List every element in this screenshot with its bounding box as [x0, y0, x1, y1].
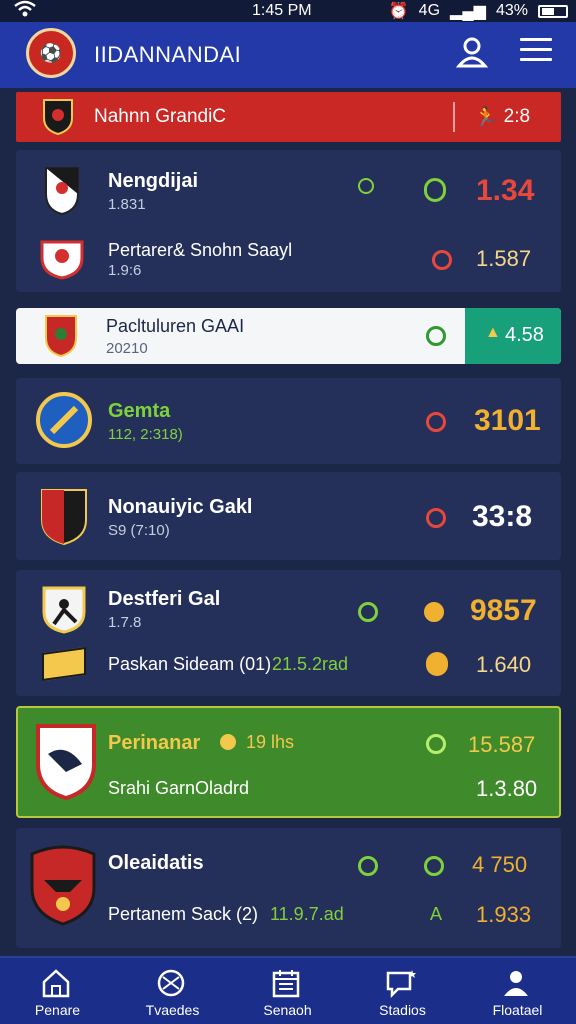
team-crest-icon — [42, 586, 86, 634]
team-name: Srahi GarnOladrd — [108, 778, 250, 798]
form-mark: A — [430, 904, 443, 924]
featured-title: Nahnn GrandiC — [94, 106, 227, 127]
status-indicator-icon — [358, 856, 378, 876]
odds-value[interactable]: 1.933 — [476, 902, 531, 928]
alarm-icon: ⏰ — [388, 3, 409, 20]
user-icon[interactable] — [454, 34, 490, 70]
team-crest-icon — [41, 489, 87, 546]
status-indicator-icon — [426, 652, 448, 676]
status-indicator-icon — [432, 250, 452, 270]
team-crest-icon — [36, 392, 92, 448]
match-card[interactable]: Nonauiyic Gakl S9 (7:10) 33:8 — [16, 472, 561, 560]
team-name: Perinanar — [108, 732, 201, 754]
odds-value[interactable]: 15.587 — [468, 732, 535, 758]
featured-match-bar[interactable]: Nahnn GrandiC 🏃 2:8 — [16, 92, 561, 142]
status-indicator-icon — [426, 508, 446, 528]
team-name: Pertarer& Snohn Saayl — [108, 240, 293, 260]
calendar-icon — [272, 970, 300, 998]
team-name: Pertanem Sack (2) — [108, 904, 259, 924]
form-indicator-icon — [424, 602, 444, 622]
tab-label: Floatael — [492, 1002, 543, 1018]
team-stat: 112, 2:318) — [108, 426, 183, 443]
bottom-tab-bar: Penare Tvaedes Senaoh Stadios Floatael — [0, 956, 576, 1024]
match-card[interactable]: Nengdijai 1.831 1.34 Pertarer& Snohn Saa… — [16, 150, 561, 292]
match-card[interactable]: Oleaidatis 4 750 Pertanem Sack (2) 11.9.… — [16, 828, 561, 948]
team-name: Paskan Sideam (01) — [108, 654, 272, 674]
form-indicator-icon — [424, 856, 444, 876]
status-indicator-icon — [358, 178, 374, 194]
odds-value[interactable]: 4 750 — [472, 852, 527, 878]
status-time: 1:45 PM — [252, 2, 312, 19]
match-card[interactable]: Pacltuluren GAAI 20210 ▲ 4.58 — [16, 308, 561, 364]
match-card[interactable]: Destferi Gal 1.7.8 9857 Paskan Sideam (0… — [16, 570, 561, 696]
status-indicator-icon — [426, 326, 446, 346]
team-stat: 1.831 — [108, 196, 146, 213]
form-indicator-icon — [426, 734, 446, 754]
odds-value[interactable]: 1.34 — [476, 174, 534, 208]
tab-schedule[interactable]: Senaoh — [230, 958, 345, 1024]
odds-value[interactable]: 1.640 — [476, 652, 531, 678]
featured-value: 2:8 — [503, 106, 531, 127]
tab-home[interactable]: Penare — [0, 958, 115, 1024]
ball-icon — [220, 734, 236, 750]
odds-value[interactable]: 3101 — [474, 404, 541, 438]
tab-label: Senaoh — [263, 1002, 312, 1018]
team-stat: 20210 — [106, 340, 148, 357]
menu-icon[interactable] — [520, 38, 552, 66]
divider — [453, 102, 455, 132]
team-name: Destferi Gal — [108, 588, 221, 610]
chat-star-icon — [386, 970, 416, 998]
app-title: IIDANNANDAI — [94, 42, 242, 67]
team-crest-icon — [30, 845, 96, 926]
team-name: Nonauiyic Gakl — [108, 496, 253, 518]
tab-label: Tvaedes — [145, 1002, 200, 1018]
battery-icon — [538, 4, 568, 18]
match-card[interactable]: Gemta 112, 2:318) 3101 — [16, 378, 561, 464]
team-stat: S9 (7:10) — [108, 522, 170, 539]
odds-value: 4.58 — [505, 324, 544, 346]
team-stat: 19 lhs — [246, 732, 295, 752]
featured-badge[interactable]: 🏃 2:8 — [474, 105, 530, 129]
ball-icon — [157, 969, 185, 997]
profile-icon — [504, 971, 528, 996]
team-name: Nengdijai — [108, 170, 199, 192]
match-card-highlighted[interactable]: Perinanar 19 lhs 15.587 Srahi GarnOladrd… — [16, 706, 561, 818]
running-icon: 🏃 — [474, 107, 498, 128]
tab-label: Penare — [34, 1002, 81, 1018]
team-crest-icon — [45, 315, 77, 358]
team-crest-icon — [36, 724, 96, 800]
team-name: Gemta — [108, 400, 171, 422]
status-indicator-icon — [358, 602, 378, 622]
team-stat: 11.9.7.ad — [270, 904, 344, 924]
odds-value[interactable]: 9857 — [470, 594, 537, 628]
home-icon — [42, 969, 70, 998]
team-name: Pacltuluren GAAI — [106, 316, 245, 336]
team-stat: 1.9:6 — [108, 262, 142, 279]
team-crest-icon — [43, 99, 73, 136]
team-stat: 21.5.2rad — [272, 654, 349, 674]
app-header: ⚽ IIDANNANDAI — [0, 22, 576, 88]
app-logo[interactable]: ⚽ — [26, 28, 76, 78]
tab-matches[interactable]: Tvaedes — [115, 958, 230, 1024]
odds-value[interactable]: 33:8 — [472, 500, 532, 534]
status-bar: 1:45 PM ⏰ 4G ▂▄▆ 43% — [0, 0, 576, 22]
battery-label: 43% — [495, 2, 528, 19]
status-indicator-icon — [426, 412, 446, 432]
team-stat: 1.7.8 — [108, 614, 142, 631]
odds-value[interactable]: 1.587 — [476, 246, 531, 272]
tab-label: Stadios — [379, 1002, 426, 1018]
odds-box[interactable]: ▲ 4.58 — [465, 308, 561, 364]
team-name: Oleaidatis — [108, 852, 204, 874]
form-indicator-icon — [424, 178, 446, 202]
signal-icon: ▂▄▆ — [450, 3, 486, 20]
team-crest-icon — [40, 240, 84, 280]
team-banner-icon — [42, 646, 86, 682]
tab-stats[interactable]: Stadios — [345, 958, 460, 1024]
odds-value[interactable]: 1.3.80 — [476, 776, 537, 802]
trend-up-icon: ▲ — [485, 324, 501, 341]
network-label: 4G — [418, 2, 441, 19]
tab-profile[interactable]: Floatael — [460, 958, 575, 1024]
team-crest-icon — [45, 167, 79, 216]
wifi-icon — [14, 0, 36, 17]
